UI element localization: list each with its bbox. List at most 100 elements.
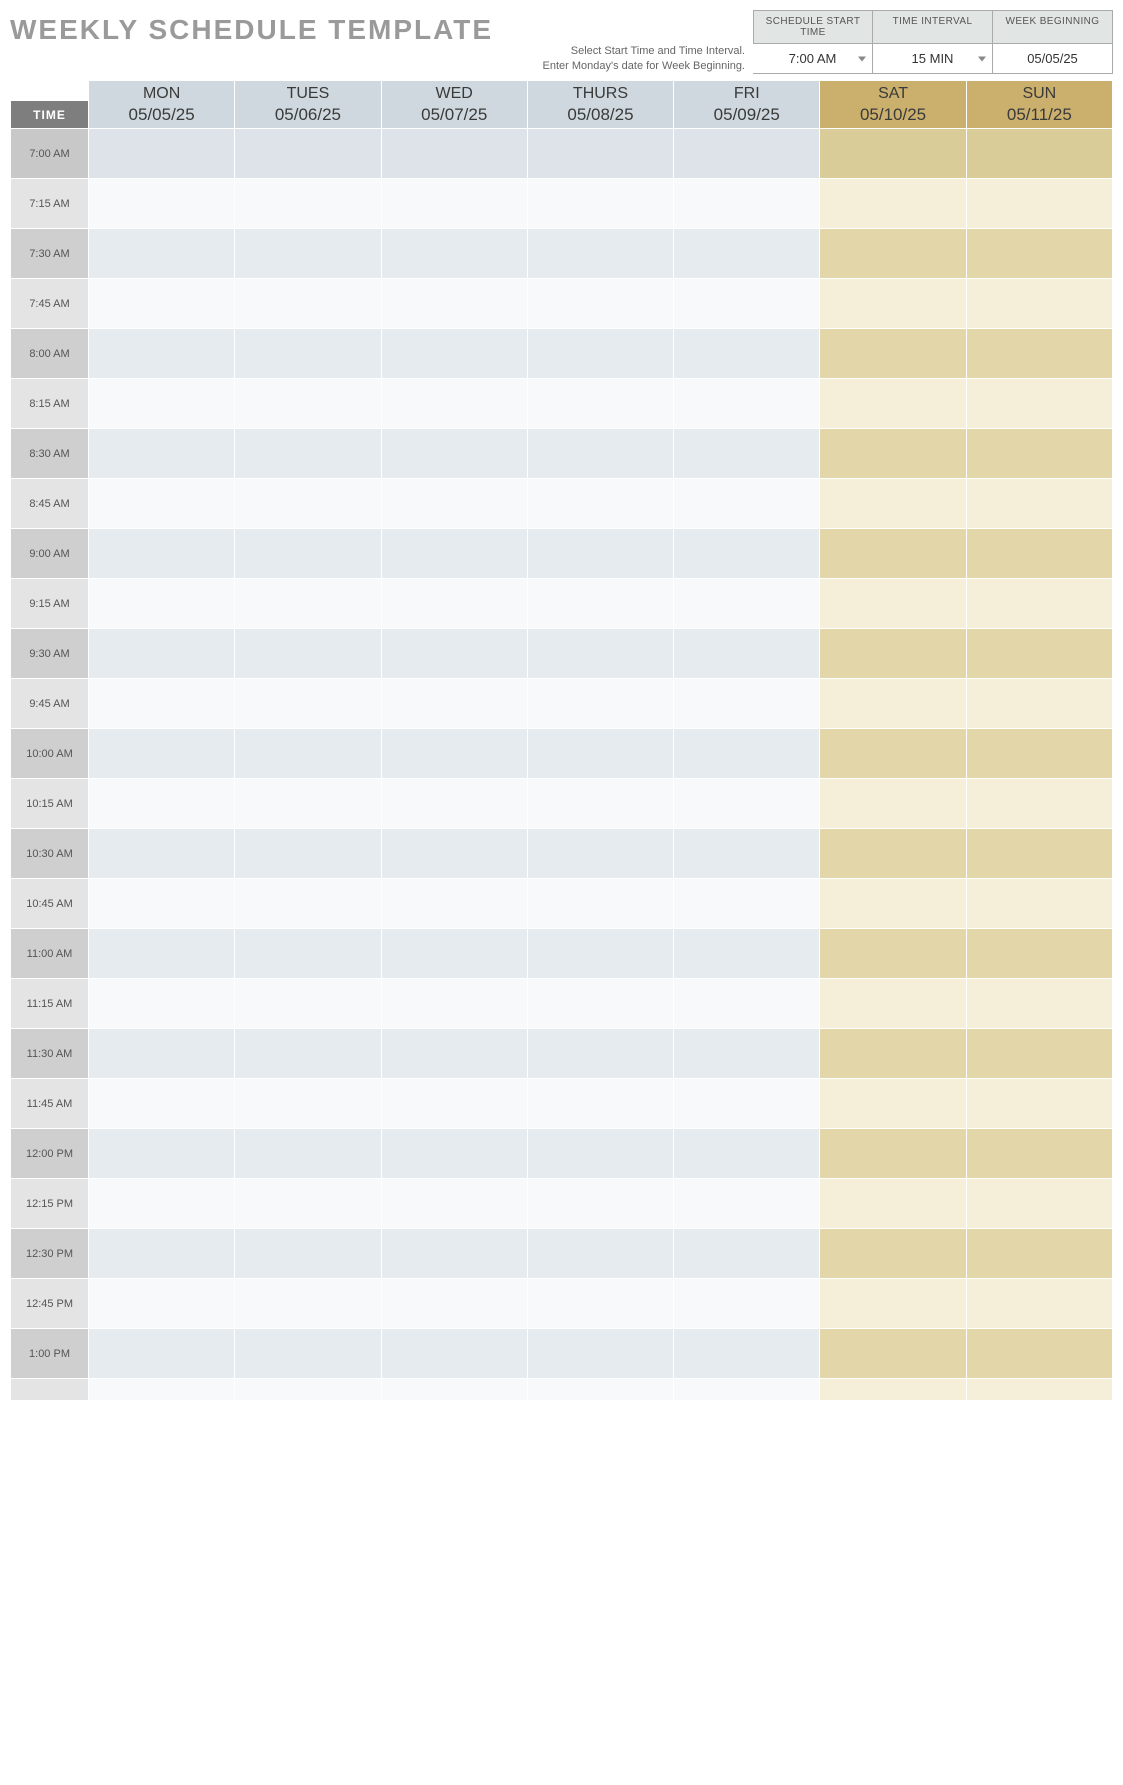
schedule-cell[interactable] bbox=[381, 729, 527, 779]
schedule-cell[interactable] bbox=[966, 729, 1112, 779]
schedule-cell[interactable] bbox=[966, 779, 1112, 829]
schedule-cell[interactable] bbox=[381, 1279, 527, 1329]
schedule-cell[interactable] bbox=[527, 929, 673, 979]
schedule-cell[interactable] bbox=[527, 329, 673, 379]
schedule-cell[interactable] bbox=[527, 1379, 673, 1401]
schedule-cell[interactable] bbox=[966, 679, 1112, 729]
schedule-cell[interactable] bbox=[235, 1179, 381, 1229]
schedule-cell[interactable] bbox=[89, 679, 235, 729]
schedule-cell[interactable] bbox=[966, 929, 1112, 979]
schedule-cell[interactable] bbox=[820, 979, 966, 1029]
schedule-cell[interactable] bbox=[966, 1329, 1112, 1379]
schedule-cell[interactable] bbox=[89, 329, 235, 379]
schedule-cell[interactable] bbox=[527, 529, 673, 579]
schedule-cell[interactable] bbox=[674, 979, 820, 1029]
schedule-cell[interactable] bbox=[235, 1229, 381, 1279]
schedule-cell[interactable] bbox=[674, 279, 820, 329]
schedule-cell[interactable] bbox=[381, 679, 527, 729]
schedule-cell[interactable] bbox=[89, 529, 235, 579]
schedule-cell[interactable] bbox=[235, 1129, 381, 1179]
schedule-cell[interactable] bbox=[820, 1029, 966, 1079]
schedule-cell[interactable] bbox=[820, 1329, 966, 1379]
schedule-cell[interactable] bbox=[381, 129, 527, 179]
schedule-cell[interactable] bbox=[674, 579, 820, 629]
schedule-cell[interactable] bbox=[235, 129, 381, 179]
schedule-cell[interactable] bbox=[966, 1179, 1112, 1229]
schedule-cell[interactable] bbox=[89, 1029, 235, 1079]
schedule-cell[interactable] bbox=[820, 879, 966, 929]
schedule-cell[interactable] bbox=[235, 679, 381, 729]
schedule-cell[interactable] bbox=[820, 1379, 966, 1401]
schedule-cell[interactable] bbox=[381, 1179, 527, 1229]
schedule-cell[interactable] bbox=[527, 1279, 673, 1329]
schedule-cell[interactable] bbox=[820, 729, 966, 779]
schedule-cell[interactable] bbox=[966, 379, 1112, 429]
schedule-cell[interactable] bbox=[89, 979, 235, 1029]
schedule-cell[interactable] bbox=[527, 729, 673, 779]
schedule-cell[interactable] bbox=[674, 629, 820, 679]
schedule-cell[interactable] bbox=[381, 1329, 527, 1379]
schedule-cell[interactable] bbox=[381, 929, 527, 979]
schedule-cell[interactable] bbox=[527, 1329, 673, 1379]
schedule-cell[interactable] bbox=[820, 1179, 966, 1229]
schedule-cell[interactable] bbox=[235, 879, 381, 929]
schedule-cell[interactable] bbox=[235, 229, 381, 279]
schedule-cell[interactable] bbox=[381, 479, 527, 529]
schedule-cell[interactable] bbox=[235, 1329, 381, 1379]
week-begin-input[interactable]: 05/05/25 bbox=[993, 44, 1113, 74]
interval-select[interactable]: 15 MIN bbox=[873, 44, 993, 74]
schedule-cell[interactable] bbox=[966, 1079, 1112, 1129]
schedule-cell[interactable] bbox=[820, 929, 966, 979]
schedule-cell[interactable] bbox=[674, 1129, 820, 1179]
schedule-cell[interactable] bbox=[89, 1279, 235, 1329]
schedule-cell[interactable] bbox=[381, 879, 527, 929]
schedule-cell[interactable] bbox=[820, 1079, 966, 1129]
schedule-cell[interactable] bbox=[235, 1079, 381, 1129]
schedule-cell[interactable] bbox=[674, 179, 820, 229]
schedule-cell[interactable] bbox=[381, 179, 527, 229]
schedule-cell[interactable] bbox=[820, 679, 966, 729]
schedule-cell[interactable] bbox=[966, 979, 1112, 1029]
schedule-cell[interactable] bbox=[674, 429, 820, 479]
schedule-cell[interactable] bbox=[674, 1329, 820, 1379]
schedule-cell[interactable] bbox=[381, 1229, 527, 1279]
schedule-cell[interactable] bbox=[674, 329, 820, 379]
schedule-cell[interactable] bbox=[89, 179, 235, 229]
schedule-cell[interactable] bbox=[527, 879, 673, 929]
schedule-cell[interactable] bbox=[235, 929, 381, 979]
schedule-cell[interactable] bbox=[235, 179, 381, 229]
schedule-cell[interactable] bbox=[89, 929, 235, 979]
schedule-cell[interactable] bbox=[966, 1129, 1112, 1179]
schedule-cell[interactable] bbox=[381, 429, 527, 479]
schedule-cell[interactable] bbox=[381, 229, 527, 279]
schedule-cell[interactable] bbox=[89, 379, 235, 429]
schedule-cell[interactable] bbox=[966, 1279, 1112, 1329]
schedule-cell[interactable] bbox=[89, 579, 235, 629]
schedule-cell[interactable] bbox=[89, 1379, 235, 1401]
schedule-cell[interactable] bbox=[674, 129, 820, 179]
schedule-cell[interactable] bbox=[527, 1129, 673, 1179]
schedule-cell[interactable] bbox=[674, 929, 820, 979]
schedule-cell[interactable] bbox=[820, 179, 966, 229]
schedule-cell[interactable] bbox=[674, 379, 820, 429]
schedule-cell[interactable] bbox=[527, 579, 673, 629]
schedule-cell[interactable] bbox=[381, 829, 527, 879]
schedule-cell[interactable] bbox=[235, 1379, 381, 1401]
schedule-cell[interactable] bbox=[966, 429, 1112, 479]
schedule-cell[interactable] bbox=[966, 229, 1112, 279]
schedule-cell[interactable] bbox=[235, 629, 381, 679]
schedule-cell[interactable] bbox=[820, 1129, 966, 1179]
schedule-cell[interactable] bbox=[235, 329, 381, 379]
schedule-cell[interactable] bbox=[235, 979, 381, 1029]
schedule-cell[interactable] bbox=[674, 479, 820, 529]
schedule-cell[interactable] bbox=[674, 529, 820, 579]
schedule-cell[interactable] bbox=[235, 1279, 381, 1329]
schedule-cell[interactable] bbox=[966, 1229, 1112, 1279]
schedule-cell[interactable] bbox=[527, 1229, 673, 1279]
schedule-cell[interactable] bbox=[820, 429, 966, 479]
schedule-cell[interactable] bbox=[527, 829, 673, 879]
schedule-cell[interactable] bbox=[527, 1179, 673, 1229]
schedule-cell[interactable] bbox=[381, 279, 527, 329]
schedule-cell[interactable] bbox=[966, 329, 1112, 379]
schedule-cell[interactable] bbox=[527, 979, 673, 1029]
